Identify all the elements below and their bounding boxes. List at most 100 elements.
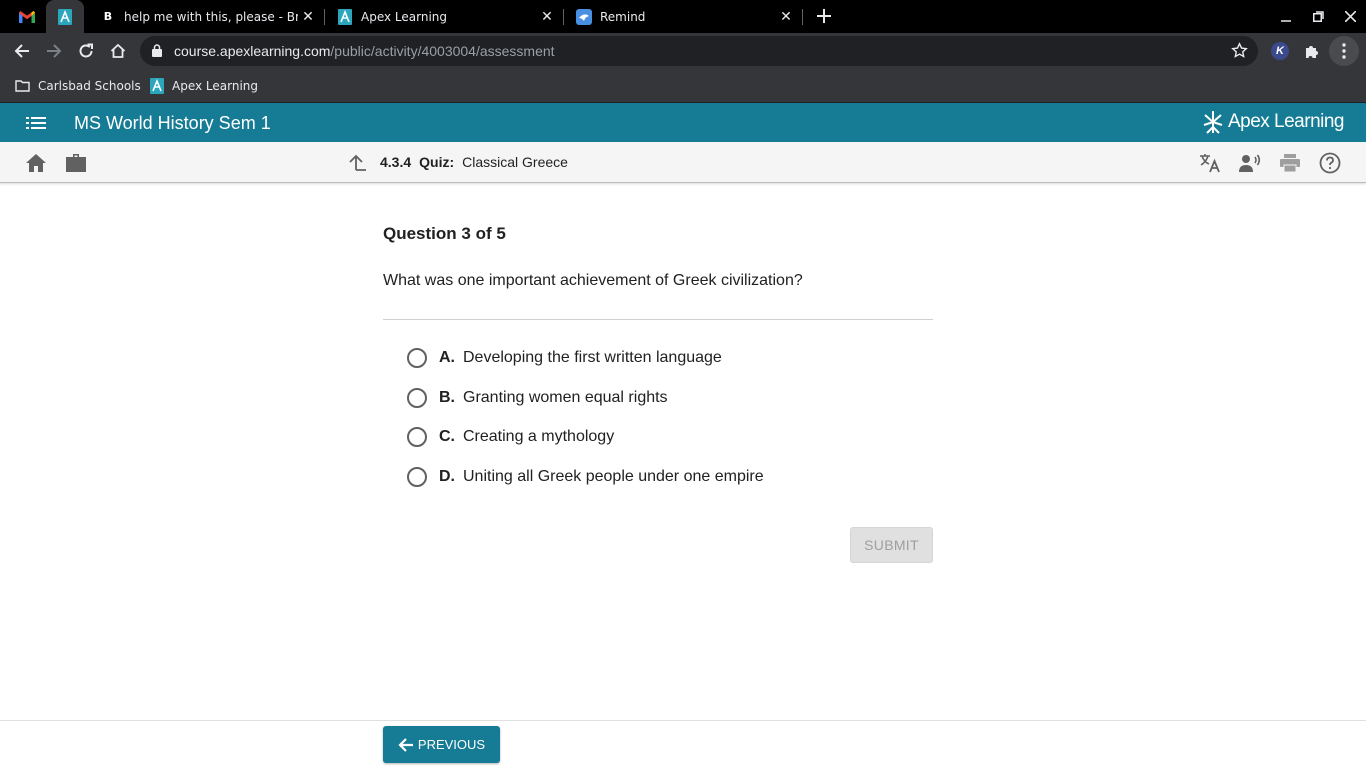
back-button[interactable] [7, 36, 37, 66]
choice-text: Uniting all Greek people under one empir… [463, 468, 764, 485]
activity-breadcrumb: 4.3.4 Quiz: Classical Greece [348, 153, 568, 171]
portfolio-button[interactable] [63, 150, 89, 176]
apex-logo-icon [1203, 111, 1223, 134]
plus-icon [817, 9, 831, 23]
lock-icon [152, 44, 162, 57]
apex-learning-icon [150, 78, 164, 94]
tab-remind[interactable]: Remind ✕ [564, 0, 802, 33]
new-tab-button[interactable] [812, 4, 836, 28]
browser-menu-button[interactable] [1329, 36, 1359, 66]
answer-choice-b[interactable]: B. Granting women equal rights [407, 386, 668, 410]
browser-toolbar: course.apexlearning.com/public/activity/… [0, 33, 1366, 69]
minimize-button[interactable] [1270, 0, 1302, 33]
folder-icon [15, 80, 30, 92]
restore-icon [1312, 11, 1324, 22]
pinned-tab-apex[interactable] [46, 0, 84, 33]
up-level-arrow-icon[interactable] [348, 153, 366, 171]
bookmarks-bar: Carlsbad Schools Apex Learning [0, 69, 1366, 103]
choice-text: Developing the first written language [463, 349, 722, 366]
tab-title: Remind [600, 9, 646, 24]
tab-apex-learning[interactable]: Apex Learning ✕ [325, 0, 563, 33]
brainly-icon: B [103, 10, 113, 23]
apex-learning-icon [58, 8, 72, 25]
radio-button[interactable] [407, 427, 427, 447]
tab-title: Apex Learning [361, 9, 448, 24]
reload-button[interactable] [71, 36, 101, 66]
gmail-icon [19, 10, 35, 23]
translate-button[interactable] [1197, 150, 1223, 176]
profile-extension-button[interactable]: K [1265, 36, 1295, 66]
choice-letter: C. [439, 428, 455, 445]
close-window-button[interactable] [1334, 0, 1366, 33]
answer-choice-a[interactable]: A. Developing the first written language [407, 346, 722, 370]
forward-arrow-icon [47, 44, 62, 58]
home-button[interactable] [23, 150, 49, 176]
home-icon [26, 154, 46, 172]
close-tab-icon[interactable]: ✕ [537, 7, 557, 27]
answer-choice-c[interactable]: C. Creating a mythology [407, 425, 614, 449]
puzzle-icon [1306, 46, 1318, 58]
activity-name: Classical Greece [462, 154, 568, 170]
course-header: MS World History Sem 1 Apex Learning [0, 103, 1366, 142]
extensions-button[interactable] [1297, 36, 1327, 66]
back-arrow-icon [14, 44, 29, 58]
radio-button[interactable] [407, 467, 427, 487]
choice-letter: B. [439, 389, 455, 406]
divider [383, 319, 933, 320]
home-button[interactable] [103, 36, 133, 66]
close-tab-icon[interactable]: ✕ [298, 7, 318, 27]
bookmark-star-icon[interactable] [1231, 42, 1248, 59]
url-text: course.apexlearning.com/public/activity/… [174, 43, 555, 59]
activity-toolbar: 4.3.4 Quiz: Classical Greece [0, 142, 1366, 183]
list-menu-icon [26, 117, 46, 129]
remind-icon [576, 8, 592, 25]
text-to-speech-button[interactable] [1237, 150, 1263, 176]
question-text: What was one important achievement of Gr… [383, 272, 803, 289]
forward-button[interactable] [39, 36, 69, 66]
bookmark-apex-learning[interactable]: Apex Learning [150, 76, 258, 96]
restore-button[interactable] [1302, 0, 1334, 33]
course-title: MS World History Sem 1 [74, 113, 271, 133]
printer-icon [1280, 154, 1300, 172]
choice-letter: A. [439, 349, 455, 366]
activity-type: Quiz: [419, 154, 455, 170]
tab-brainly[interactable]: B help me with this, please - Brainl ✕ [88, 0, 324, 33]
bookmark-label: Carlsbad Schools [38, 79, 141, 93]
brand-name: Apex Learning [1227, 111, 1345, 132]
browser-tab-strip: B help me with this, please - Brainl ✕ A… [0, 0, 1366, 33]
print-button[interactable] [1277, 150, 1303, 176]
bookmark-carlsbad-schools[interactable]: Carlsbad Schools [15, 76, 141, 96]
help-button[interactable] [1317, 150, 1343, 176]
bookmark-label: Apex Learning [172, 79, 259, 93]
answer-choice-d[interactable]: D. Uniting all Greek people under one em… [407, 465, 764, 489]
question-counter: Question 3 of 5 [383, 224, 506, 243]
speaker-person-icon [1239, 154, 1261, 172]
submit-button[interactable]: SUBMIT [850, 527, 933, 563]
quiz-footer: PREVIOUS [0, 720, 1366, 768]
minimize-icon [1281, 19, 1291, 22]
profile-avatar: K [1271, 42, 1289, 60]
pinned-tab-gmail[interactable] [8, 0, 46, 33]
close-icon [1344, 11, 1356, 22]
apex-learning-logo: Apex Learning [1202, 109, 1345, 135]
course-menu-button[interactable] [22, 111, 50, 135]
help-icon [1319, 152, 1341, 174]
address-bar[interactable]: course.apexlearning.com/public/activity/… [140, 36, 1258, 66]
choice-text: Creating a mythology [463, 428, 615, 445]
radio-button[interactable] [407, 348, 427, 368]
url-path: /public/activity/4003004/assessment [330, 43, 555, 59]
briefcase-icon [66, 154, 86, 172]
choice-text: Granting women equal rights [463, 389, 668, 406]
tab-title: help me with this, please - Brainl [124, 9, 298, 24]
arrow-left-icon [398, 737, 413, 752]
reload-icon [79, 43, 93, 58]
url-host: course.apexlearning.com [174, 43, 331, 59]
home-icon [110, 43, 126, 58]
more-vertical-icon [1342, 43, 1346, 59]
previous-label: PREVIOUS [417, 737, 486, 752]
previous-button[interactable]: PREVIOUS [383, 726, 500, 763]
radio-button[interactable] [407, 388, 427, 408]
close-tab-icon[interactable]: ✕ [776, 7, 796, 27]
apex-learning-icon [338, 8, 352, 25]
tab-separator [802, 9, 803, 25]
